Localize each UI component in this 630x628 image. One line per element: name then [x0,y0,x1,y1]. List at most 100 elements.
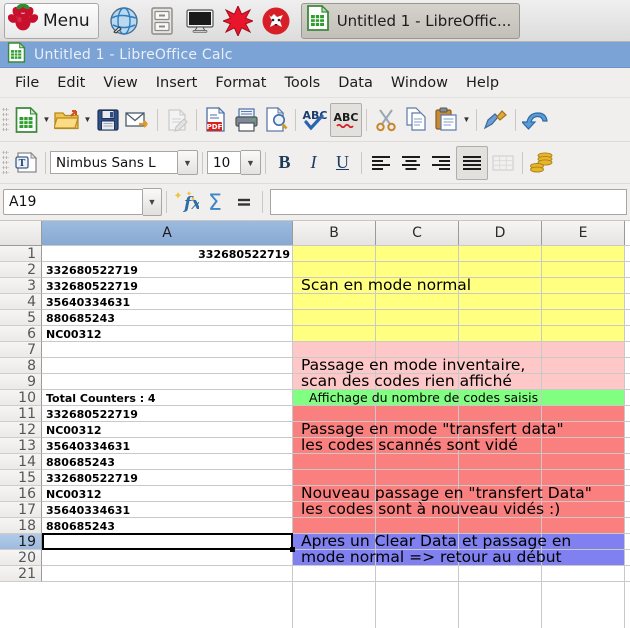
web-browser-icon[interactable] [108,5,140,37]
align-justify-icon[interactable] [456,145,488,180]
function-wizard-icon[interactable]: fx [171,187,200,217]
formula-input-line[interactable] [270,189,627,215]
column-header-d[interactable]: D [459,221,542,246]
taskbar-window-button-calc[interactable]: Untitled 1 - LibreOffic... [300,2,521,39]
cell-A10[interactable]: Total Counters : 4 [42,390,293,406]
export-pdf-icon[interactable]: PDF [201,104,231,136]
paste-dropdown-icon[interactable]: ▼ [461,104,472,136]
row-header-7[interactable]: 7 [0,342,42,358]
cell-A16[interactable]: NC00312 [42,486,293,502]
cell-area[interactable]: 332680522719 332680522719 332680522719 3564… [42,245,630,628]
row-header-11[interactable]: 11 [0,406,42,422]
row-header-9[interactable]: 9 [0,374,42,390]
currency-format-icon[interactable] [527,147,557,179]
new-document-icon[interactable] [11,104,41,136]
start-menu-button[interactable]: Menu [4,2,99,39]
underline-button[interactable]: U [328,148,357,178]
spreadsheet-grid[interactable]: ABCDE 1 2 3 4 5 6 7 8 9 10 11 12 13 14 15 16 17 18 19 20 21 … [0,221,630,628]
cell-A14[interactable]: 880685243 [42,454,293,470]
toolbar-grip[interactable] [2,106,9,133]
cell-A17[interactable]: 35640334631 [42,502,293,518]
row-header-17[interactable]: 17 [0,502,42,518]
cell-A15[interactable]: 332680522719 [42,470,293,486]
row-header-3[interactable]: 3 [0,278,42,294]
selection-fill-handle[interactable] [290,547,295,552]
cell-A11[interactable]: 332680522719 [42,406,293,422]
cell-A2[interactable]: 332680522719 [42,262,293,278]
selected-cell-A19[interactable] [42,533,293,550]
select-all-corner[interactable] [0,221,42,246]
wolfram-icon[interactable] [260,5,292,37]
name-box-dropdown-icon[interactable]: ▼ [143,188,162,216]
cell-A6[interactable]: NC00312 [42,326,293,342]
row-header-12[interactable]: 12 [0,422,42,438]
bold-button[interactable]: B [270,148,299,178]
cell-A12[interactable]: NC00312 [42,422,293,438]
cell-A13[interactable]: 35640334631 [42,438,293,454]
italic-button[interactable]: I [299,148,328,178]
row-header-18[interactable]: 18 [0,518,42,534]
align-left-icon[interactable] [366,147,396,179]
save-icon[interactable] [93,104,123,136]
name-box-input[interactable]: A19 [3,189,143,215]
column-header-b[interactable]: B [293,221,376,246]
menu-item-insert[interactable]: Insert [147,72,207,94]
font-name-input[interactable]: Nimbus Sans L [50,151,178,174]
cell-A3[interactable]: 332680522719 [42,278,293,294]
file-manager-icon[interactable] [146,5,178,37]
menu-item-help[interactable]: Help [457,72,508,94]
row-header-15[interactable]: 15 [0,470,42,486]
row-header-14[interactable]: 14 [0,454,42,470]
copy-icon[interactable] [401,104,431,136]
menu-item-file[interactable]: File [6,72,48,94]
column-header-a[interactable]: A [42,221,293,246]
font-name-dropdown-icon[interactable]: ▼ [178,150,198,175]
spelling-icon[interactable]: ABC [300,104,330,136]
print-preview-icon[interactable] [261,104,291,136]
terminal-icon[interactable] [184,5,216,37]
row-header-19[interactable]: 19 [0,534,42,550]
open-folder-icon[interactable] [52,104,82,136]
cut-icon[interactable] [371,104,401,136]
sum-icon[interactable]: Σ [200,187,229,217]
cell-A5[interactable]: 880685243 [42,310,293,326]
print-icon[interactable] [231,104,261,136]
menu-item-format[interactable]: Format [206,72,275,94]
row-header-20[interactable]: 20 [0,550,42,566]
font-size-dropdown-icon[interactable]: ▼ [241,150,261,175]
edit-mode-icon[interactable] [162,104,192,136]
autospellcheck-icon[interactable]: ABC [330,102,362,137]
open-dropdown-icon[interactable]: ▼ [82,104,93,136]
row-header-10[interactable]: 10 [0,390,42,406]
merge-cells-icon[interactable] [488,147,518,179]
row-header-21[interactable]: 21 [0,566,42,582]
toolbar-grip[interactable] [2,149,9,176]
row-header-16[interactable]: 16 [0,486,42,502]
align-right-icon[interactable] [426,147,456,179]
undo-icon[interactable] [520,104,550,136]
menu-item-tools[interactable]: Tools [275,72,329,94]
new-document-dropdown-icon[interactable]: ▼ [41,104,52,136]
paragraph-style-icon[interactable]: T [11,147,41,179]
column-header-c[interactable]: C [376,221,459,246]
row-header-4[interactable]: 4 [0,294,42,310]
clone-formatting-icon[interactable] [481,104,511,136]
row-header-5[interactable]: 5 [0,310,42,326]
paste-icon[interactable] [431,104,461,136]
mathematica-icon[interactable] [222,5,254,37]
menu-item-window[interactable]: Window [382,72,457,94]
cell-A4[interactable]: 35640334631 [42,294,293,310]
cell-A18[interactable]: 880685243 [42,518,293,534]
row-header-2[interactable]: 2 [0,262,42,278]
row-header-1[interactable]: 1 [0,246,42,262]
column-header-e[interactable]: E [542,221,625,246]
email-document-icon[interactable] [123,104,153,136]
align-center-icon[interactable] [396,147,426,179]
row-header-13[interactable]: 13 [0,438,42,454]
font-size-input[interactable]: 10 [207,151,241,174]
menu-item-edit[interactable]: Edit [48,72,94,94]
equals-icon[interactable] [229,187,258,217]
menu-item-view[interactable]: View [94,72,146,94]
cell-A1[interactable]: 332680522719 [42,246,293,262]
row-header-8[interactable]: 8 [0,358,42,374]
